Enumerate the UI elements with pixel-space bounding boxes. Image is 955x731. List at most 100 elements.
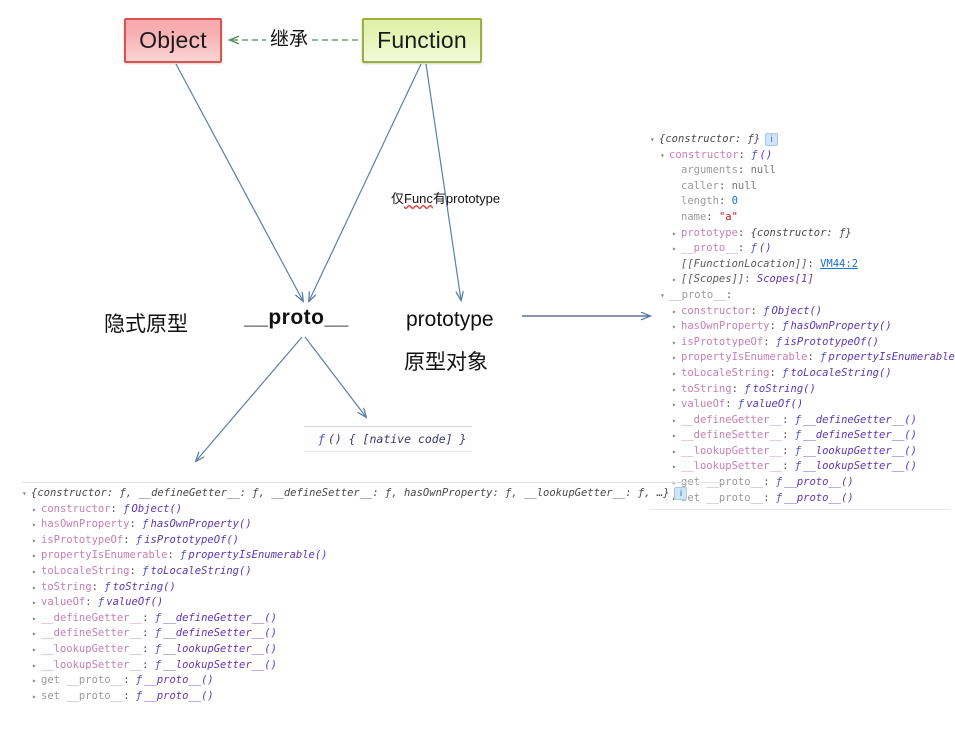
console-row[interactable]: ▸ __defineSetter__: ƒ __defineSetter__() [650,428,950,444]
expand-triangle-right-icon[interactable]: ▸ [32,549,41,564]
expand-triangle-right-icon[interactable]: ▸ [672,445,681,460]
console-row[interactable]: ▸ propertyIsEnumerable: ƒ propertyIsEnumer… [650,350,955,366]
console-row-text: toLocaleString: ƒ toLocaleString() [681,366,892,381]
console-token: : [782,429,795,442]
console-row[interactable]: ▸ __lookupGetter__: ƒ __lookupGetter__() [22,642,722,658]
console-row[interactable]: ▸ isPrototypeOf: ƒ isPrototypeOf() [22,533,722,549]
console-token: ƒ [154,611,162,624]
console-row[interactable]: ▸ hasOwnProperty: ƒ hasOwnProperty() [650,319,950,335]
console-token: propertyIsEnumerable [41,549,168,562]
console-token: __proto__() [144,689,214,702]
expand-triangle-right-icon[interactable]: ▸ [32,612,41,627]
console-token: "a" [718,210,738,223]
expand-triangle-right-icon[interactable]: ▸ [672,367,681,382]
expand-triangle-right-icon[interactable]: ▸ [32,627,41,642]
expand-triangle-right-icon[interactable]: ▸ [672,336,681,351]
console-row[interactable]: ▸ prototype: {constructor: ƒ} [650,226,950,242]
console-row[interactable]: [[FunctionLocation]]: VM44:2 [650,257,950,273]
console-row[interactable]: caller: null [650,179,950,195]
console-row[interactable]: ▸ __defineSetter__: ƒ __defineSetter__() [22,626,722,642]
expand-triangle-right-icon[interactable]: ▸ [672,351,681,366]
console-row[interactable]: ▸ isPrototypeOf: ƒ isPrototypeOf() [650,335,950,351]
console-row[interactable]: ▸ toLocaleString: ƒ toLocaleString() [22,564,722,580]
expand-triangle-right-icon[interactable]: ▸ [672,305,681,320]
console-row[interactable]: ▸ toLocaleString: ƒ toLocaleString() [650,366,950,382]
expand-triangle-right-icon[interactable]: ▸ [32,534,41,549]
console-row[interactable]: ▸ hasOwnProperty: ƒ hasOwnProperty() [22,517,722,533]
console-row[interactable]: ▸ __lookupSetter__: ƒ __lookupSetter__() [650,459,950,475]
expand-triangle-right-icon[interactable]: ▸ [672,320,681,335]
console-row-text: __lookupGetter__: ƒ __lookupGetter__() [681,444,917,459]
console-token: : [737,226,751,239]
console-row[interactable]: ▸ constructor: ƒ Object() [650,304,950,320]
console-token: : [167,549,181,562]
expand-triangle-right-icon[interactable]: ▸ [672,242,681,257]
console-row[interactable]: ▸ toString: ƒ toString() [22,580,722,596]
node-object[interactable]: Object [124,18,222,63]
console-row-text: constructor: ƒ Object() [41,502,182,517]
console-row[interactable]: arguments: null [650,163,950,179]
info-badge-icon[interactable]: i [765,133,779,146]
expand-triangle-right-icon[interactable]: ▸ [672,398,681,413]
console-row[interactable]: ▸ [[Scopes]]: Scopes[1] [650,272,950,288]
expand-triangle-down-icon[interactable]: ▾ [660,149,669,164]
console-token: valueOf() [106,596,164,609]
expand-triangle-right-icon[interactable]: ▸ [32,690,41,705]
expand-triangle-right-icon[interactable]: ▸ [32,659,41,674]
expand-triangle-right-icon[interactable]: ▸ [672,414,681,429]
expand-triangle-right-icon[interactable]: ▸ [32,518,41,533]
expand-triangle-right-icon[interactable]: ▸ [672,273,681,288]
expand-triangle-right-icon[interactable]: ▸ [32,674,41,689]
label-only-func-has-prototype: 仅Func有prototype [391,188,500,207]
console-row[interactable]: name: "a" [650,210,950,226]
console-row[interactable]: ▸ __defineGetter__: ƒ __defineGetter__() [22,611,722,627]
expand-triangle-right-icon[interactable]: ▸ [672,460,681,475]
expand-triangle-right-icon[interactable]: ▸ [672,227,681,242]
arrow-function-to-prototype [425,63,461,300]
console-row[interactable]: ▸ __defineGetter__: ƒ __defineGetter__() [650,413,950,429]
console-row[interactable]: ▸ valueOf: ƒ valueOf() [22,595,722,611]
console-token: __lookupSetter__() [163,658,277,671]
devtools-console-object-prototype-output[interactable]: ▾ {constructor: ƒ, __defineGetter__: ƒ, _… [22,482,722,704]
console-row[interactable]: ▸ __proto__: ƒ() [650,241,950,257]
console-row[interactable]: ▾ __proto__: [650,288,950,304]
console-token: : [782,460,795,473]
console-row[interactable]: ▾ {constructor: ƒ, __defineGetter__: ƒ, _… [22,486,722,502]
console-row[interactable]: ▾ constructor: ƒ() [650,148,950,164]
console-token: __defineGetter__() [163,611,277,624]
console-token: ƒ [782,366,789,379]
console-token: __proto__() [144,674,214,687]
expand-triangle-right-icon[interactable]: ▸ [672,429,681,444]
info-badge-icon[interactable]: i [674,487,688,500]
expand-triangle-down-icon[interactable]: ▾ [22,487,31,502]
console-row[interactable]: ▾ {constructor: ƒ} i [650,132,950,148]
expand-triangle-down-icon[interactable]: ▾ [660,289,669,304]
console-token: constructor [681,304,751,317]
console-row[interactable]: ▸ __lookupGetter__: ƒ __lookupGetter__() [650,444,950,460]
console-row[interactable]: ▸ valueOf: ƒ valueOf() [650,397,950,413]
console-token: ƒ [135,533,143,546]
console-row-text: toString: ƒ toString() [41,580,176,595]
console-row[interactable]: ▸set __proto__: ƒ__proto__() [22,689,722,705]
expand-triangle-right-icon[interactable]: ▸ [32,565,41,580]
expand-triangle-right-icon[interactable]: ▸ [672,383,681,398]
console-row-text: constructor: ƒ Object() [681,304,822,319]
expand-triangle-right-icon[interactable]: ▸ [32,503,41,518]
expand-triangle-right-icon[interactable]: ▸ [32,643,41,658]
console-token: : [123,533,136,546]
console-token: __lookupGetter__ [41,642,143,655]
expand-triangle-right-icon[interactable]: ▸ [32,581,41,596]
devtools-console-function-output[interactable]: ▾ {constructor: ƒ} i ▾ constructor: ƒ() argu… [650,132,955,511]
expand-triangle-down-icon[interactable]: ▾ [650,133,659,148]
console-row[interactable]: ▸ propertyIsEnumerable: ƒ propertyIsEnumer… [22,548,722,564]
console-row[interactable]: ▸ __lookupSetter__: ƒ __lookupSetter__() [22,658,722,674]
expand-triangle-right-icon[interactable]: ▸ [32,596,41,611]
console-row[interactable]: ▸ get __proto__: ƒ __proto__() [22,673,722,689]
console-row[interactable]: ▸ constructor: ƒ Object() [22,502,722,518]
node-function[interactable]: Function [362,18,482,63]
console-row[interactable]: length: 0 [650,194,950,210]
console-row[interactable]: ▸ toString: ƒ toString() [650,382,950,398]
console-token: get __proto__ [41,674,124,687]
console-token: toString [41,580,92,593]
console-token: toLocaleString [681,366,770,379]
